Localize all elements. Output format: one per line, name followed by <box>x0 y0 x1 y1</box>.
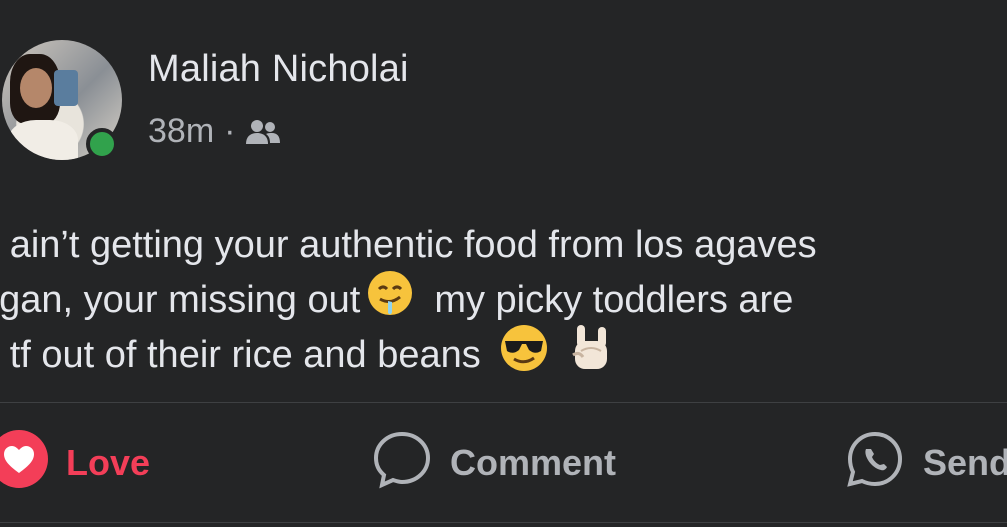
post-text-line-2: ogan, your missing out my picky toddlers… <box>0 270 1007 328</box>
avatar-face <box>20 68 52 108</box>
divider <box>0 522 1007 523</box>
avatar-shirt <box>8 120 78 160</box>
comment-label: Comment <box>450 442 617 483</box>
send-button[interactable]: Send <box>845 431 1007 490</box>
post-text-line-1: u ain’t getting your authentic food from… <box>0 218 1007 273</box>
post-text-segment: my picky toddlers are <box>434 279 794 321</box>
friends-icon[interactable] <box>245 118 281 146</box>
sunglasses-face-emoji-icon <box>499 323 549 389</box>
post-text-segment: g tf out of their rice and beans <box>0 334 481 376</box>
online-status-dot <box>86 128 118 160</box>
comment-bubble-icon <box>372 429 432 498</box>
avatar-phone <box>54 70 78 106</box>
author-name[interactable]: Maliah Nicholai <box>148 48 409 91</box>
post-text-segment: u ain’t getting your authentic food from… <box>0 224 817 266</box>
post-meta: 38m · <box>148 112 281 151</box>
post-time[interactable]: 38m <box>148 112 214 151</box>
love-button[interactable]: Love <box>0 429 151 490</box>
drooling-face-emoji-icon <box>366 269 414 333</box>
post-text-segment: ogan, your missing out <box>0 279 361 321</box>
post-text: u ain’t getting your authentic food from… <box>0 218 1007 383</box>
comment-button[interactable]: Comment <box>372 431 617 490</box>
heart-icon <box>0 429 48 497</box>
love-label: Love <box>66 442 151 483</box>
whatsapp-icon <box>845 429 905 498</box>
author-avatar[interactable] <box>2 40 122 160</box>
divider <box>0 402 1007 403</box>
meta-separator: · <box>224 112 236 150</box>
rock-on-hand-emoji-icon <box>569 321 613 391</box>
post-text-line-3: g tf out of their rice and beans <box>0 324 1007 383</box>
send-label: Send <box>923 442 1007 483</box>
